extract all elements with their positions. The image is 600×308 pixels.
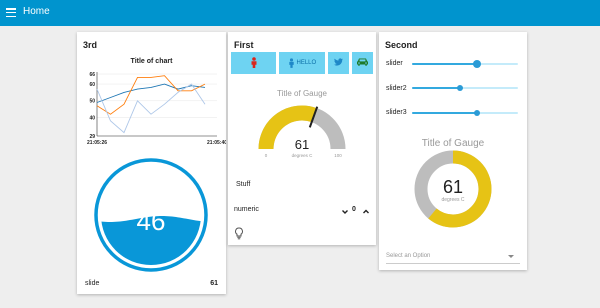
x-tick-label: 21:05:40 [207,140,226,146]
numeric-label: numeric [234,206,259,213]
card-second: Second slider slider2 slider3 Title of G… [379,32,527,270]
card-3rd: 3rd Title of chart 29 40 50 60 66 21:05:26 21:… [77,32,226,294]
slider-2[interactable] [412,83,518,93]
card-title: Second [385,40,418,50]
slider-label: slider [386,60,403,67]
gauge-units: degrees C [292,153,314,158]
slider2-label: slider2 [386,85,407,92]
slide-value: 61 [210,280,218,287]
app-header: Home [0,0,600,26]
slide-label: slide [85,280,100,287]
dropdown-arrow-icon [508,255,514,258]
line-chart: 29 40 50 60 66 21:05:26 21:05:40 [87,72,226,146]
numeric-value: 0 [352,206,356,213]
lightbulb-icon [234,227,244,240]
menu-icon[interactable] [6,8,16,18]
chart-series-line-2 [96,75,206,115]
donut-gauge: 61 degrees C [414,150,492,228]
donut-units: degrees C [441,197,464,203]
y-tick-label: 50 [89,99,95,105]
y-tick-label: 40 [89,115,95,121]
y-tick-label: 60 [89,82,95,88]
y-tick-label: 29 [89,134,95,140]
slider-1[interactable] [412,59,518,69]
gauge-max: 100 [334,153,342,158]
liquid-gauge: 46 [94,158,208,272]
gauge-min: 0 [265,153,268,158]
y-tick-label: 66 [89,72,95,78]
chevron-down-icon[interactable] [340,204,350,214]
donut-title: Title of Gauge [421,138,485,149]
slider3-label: slider3 [386,109,407,116]
chart-series-line-3 [96,83,206,134]
liquid-gauge-value: 46 [136,206,166,236]
select-placeholder: Select an Option [386,253,431,259]
app-title: Home [23,6,50,17]
chevron-up-icon[interactable] [361,204,371,214]
card-first: First HELLO Title of Gauge 61 degrees C … [228,32,376,245]
option-select[interactable]: Select an Option [386,250,520,264]
x-tick-label: 21:05:26 [87,140,107,146]
gauge-value: 61 [295,137,309,152]
gauge: 61 degrees C 0 100 [258,105,346,158]
slider-3[interactable] [412,108,518,118]
donut-value: 61 [443,177,463,197]
stuff-label: Stuff [236,181,251,188]
chart-series-line-1 [96,83,206,103]
